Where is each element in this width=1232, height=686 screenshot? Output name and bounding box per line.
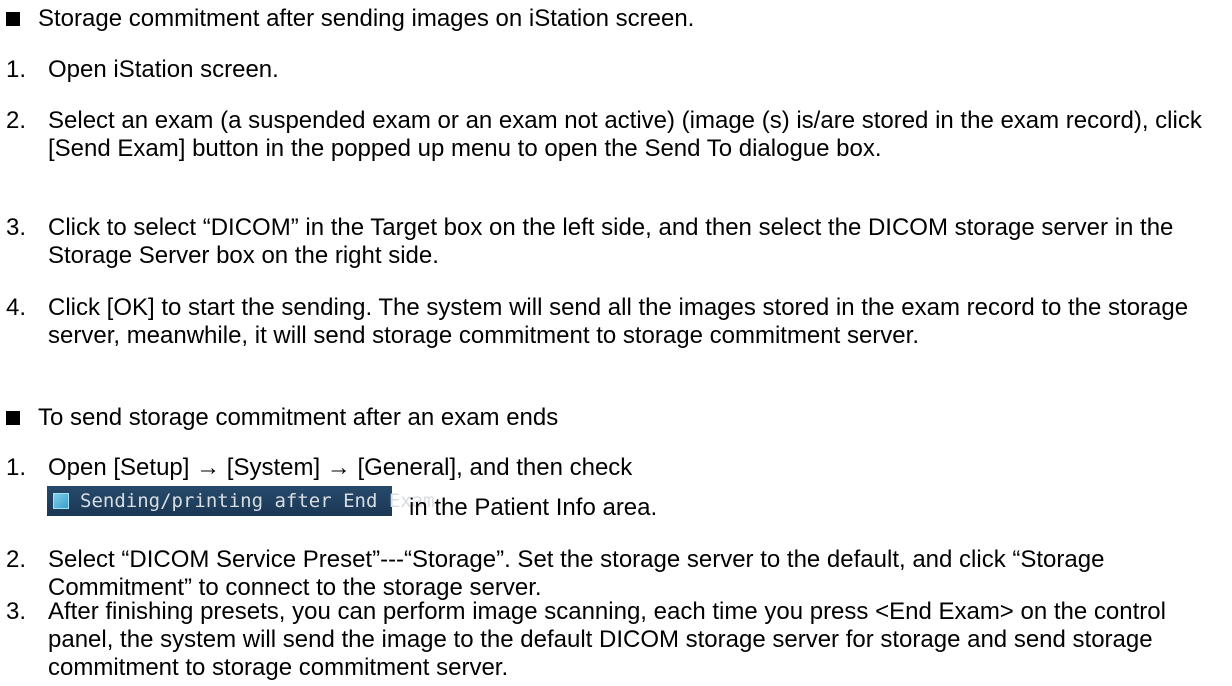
square-bullet-icon bbox=[6, 411, 20, 425]
step-number: 3. bbox=[6, 598, 27, 625]
step-text: Select “DICOM Service Preset”---“Storage… bbox=[48, 546, 1105, 601]
step-number: 1. bbox=[6, 454, 27, 481]
step-number: 4. bbox=[6, 294, 27, 321]
step-text: Select an exam (a suspended exam or an e… bbox=[48, 107, 1202, 162]
step-text: Click [OK] to start the sending. The sys… bbox=[48, 294, 1189, 349]
checkbox-icon bbox=[53, 493, 69, 509]
setting-suffix-text: in the Patient Info area. bbox=[409, 494, 658, 521]
section2-heading-text: To send storage commitment after an exam… bbox=[38, 404, 559, 431]
sending-printing-after-end-exam-checkbox: Sending/printing after End Exam bbox=[47, 486, 435, 516]
step-number: 3. bbox=[6, 214, 27, 241]
step-number: 2. bbox=[6, 546, 27, 573]
step-text: After finishing presets, you can perform… bbox=[48, 598, 1166, 681]
square-bullet-icon bbox=[6, 12, 20, 26]
step-text: Open [Setup] → [System] → [General], and… bbox=[48, 454, 633, 481]
document-page: Storage commitment after sending images … bbox=[0, 0, 1232, 686]
setting-label: Sending/printing after End Exam bbox=[80, 490, 435, 512]
step-text: Click to select “DICOM” in the Target bo… bbox=[48, 214, 1174, 269]
section1-heading-text: Storage commitment after sending images … bbox=[38, 5, 695, 32]
step-number: 2. bbox=[6, 107, 27, 134]
step-number: 1. bbox=[6, 56, 27, 83]
step-text: Open iStation screen. bbox=[48, 56, 279, 83]
